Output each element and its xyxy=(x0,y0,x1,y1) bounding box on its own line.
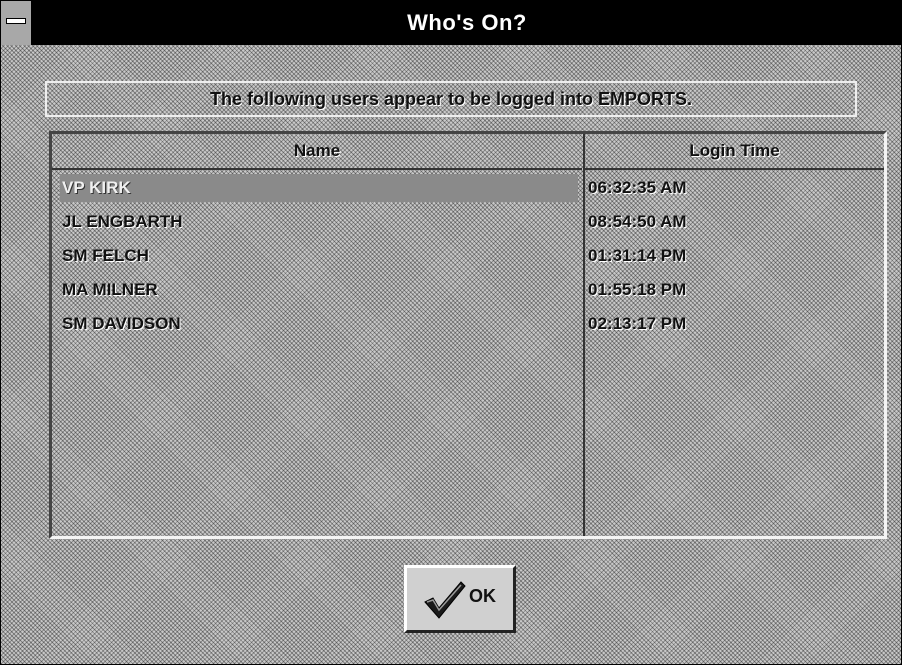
user-name: JL ENGBARTH xyxy=(62,212,183,231)
window-title: Who's On? xyxy=(407,10,527,35)
table-row[interactable]: VP KIRK 06:32:35 AM xyxy=(52,172,884,204)
users-listbox[interactable]: Name Login Time VP KIRK 06:32:35 AM JL E… xyxy=(49,131,887,539)
user-name: SM FELCH xyxy=(62,246,149,265)
column-header-login-time[interactable]: Login Time xyxy=(585,134,884,170)
table-row[interactable]: SM DAVIDSON 02:13:17 PM xyxy=(52,308,884,340)
table-row[interactable]: SM FELCH 01:31:14 PM xyxy=(52,240,884,272)
ok-button[interactable]: OK xyxy=(404,565,516,633)
system-menu-button[interactable] xyxy=(1,1,33,45)
login-time: 08:54:50 AM xyxy=(588,212,687,231)
checkmark-icon xyxy=(424,581,466,619)
system-menu-icon xyxy=(6,18,26,24)
info-message: The following users appear to be logged … xyxy=(45,81,857,117)
user-name: VP KIRK xyxy=(60,174,578,202)
table-row[interactable]: MA MILNER 01:55:18 PM xyxy=(52,274,884,306)
table-row[interactable]: JL ENGBARTH 08:54:50 AM xyxy=(52,206,884,238)
user-name: SM DAVIDSON xyxy=(62,314,181,333)
whos-on-dialog: Who's On? The following users appear to … xyxy=(0,0,902,665)
login-time: 01:31:14 PM xyxy=(588,246,687,265)
login-time: 06:32:35 AM xyxy=(588,178,687,197)
user-name: MA MILNER xyxy=(62,280,158,299)
login-time: 01:55:18 PM xyxy=(588,280,687,299)
ok-button-label: OK xyxy=(469,586,496,606)
login-time: 02:13:17 PM xyxy=(588,314,687,333)
column-header-name[interactable]: Name xyxy=(52,134,582,170)
title-bar[interactable]: Who's On? xyxy=(1,1,901,45)
